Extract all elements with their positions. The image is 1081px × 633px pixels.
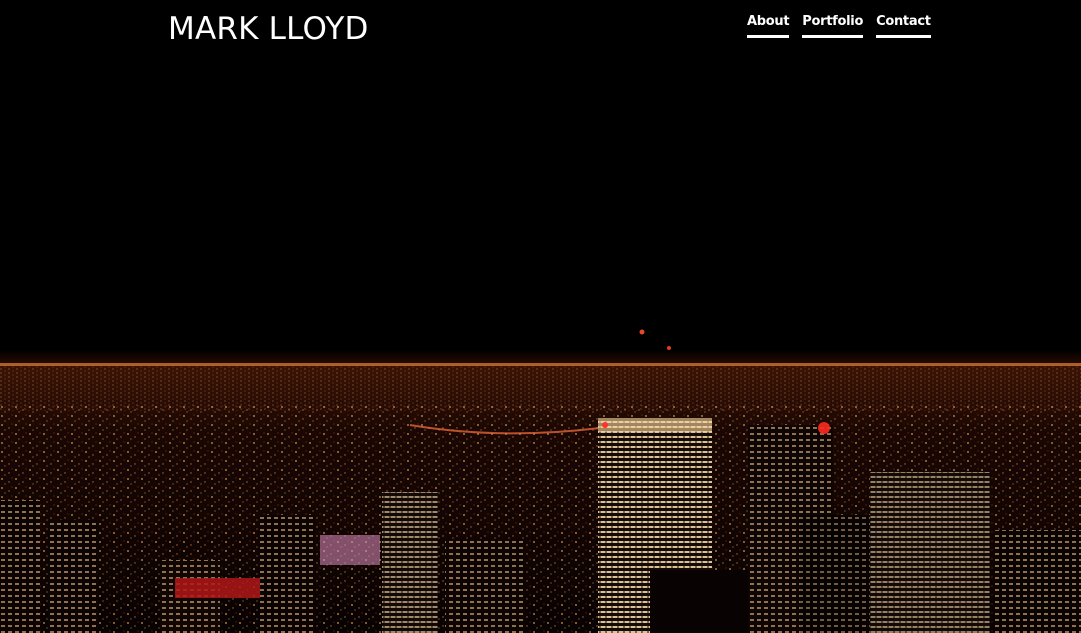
site-header: MARK LLOYD About Portfolio Contact xyxy=(0,0,1081,60)
night-city-skyline-image xyxy=(0,0,1081,633)
nav-link-contact[interactable]: Contact xyxy=(876,13,931,38)
site-title[interactable]: MARK LLOYD xyxy=(168,9,369,49)
main-nav: About Portfolio Contact xyxy=(747,13,931,38)
nav-link-about[interactable]: About xyxy=(747,13,790,38)
nav-link-portfolio[interactable]: Portfolio xyxy=(802,13,863,38)
hero-section: MARK LLOYD About Portfolio Contact xyxy=(0,0,1081,633)
